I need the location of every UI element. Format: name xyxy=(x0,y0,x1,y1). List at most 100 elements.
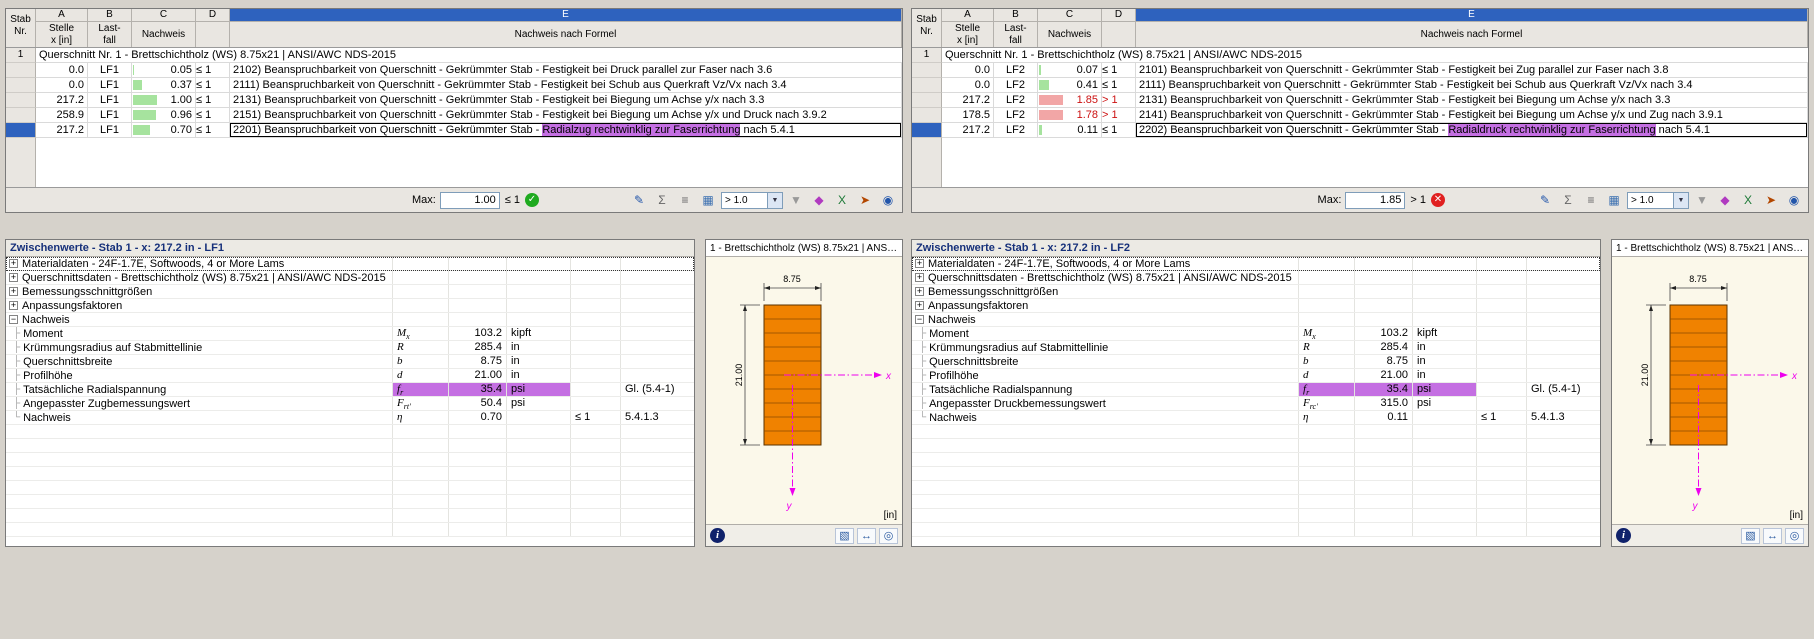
result-diagram-icon[interactable]: ▦ xyxy=(698,192,718,209)
row-gutter[interactable] xyxy=(6,123,36,138)
col-header-loadcase[interactable]: Last- fall xyxy=(88,22,132,47)
col-header-formula[interactable]: Nachweis nach Formel xyxy=(230,22,902,47)
zoom-all-icon[interactable]: ◎ xyxy=(879,527,898,544)
sum-icon[interactable]: Σ xyxy=(1558,192,1578,209)
info-icon[interactable]: i xyxy=(710,528,725,543)
render-mode-icon[interactable]: ▧ xyxy=(835,527,854,544)
tree-expander-icon[interactable]: + xyxy=(915,287,924,296)
col-letter-e[interactable]: E xyxy=(1136,9,1808,21)
row-gutter[interactable] xyxy=(912,108,942,123)
col-letter-b[interactable]: B xyxy=(994,9,1038,21)
info-icon[interactable]: i xyxy=(1616,528,1631,543)
intermediate-row[interactable]: + Materialdaten - 24F-1.7E, Softwoods, 4 … xyxy=(912,257,1600,271)
col-letter-a[interactable]: A xyxy=(942,9,994,21)
col-letter-d[interactable]: D xyxy=(196,9,230,21)
intermediate-row[interactable]: └ Nachweis η 0.11 ≤ 1 5.4.1.3 xyxy=(912,411,1600,425)
tree-expander-icon[interactable]: + xyxy=(9,259,18,268)
col-header-location[interactable]: Stelle x [in] xyxy=(36,22,88,47)
tree-expander-icon[interactable]: − xyxy=(9,315,18,324)
row-gutter[interactable] xyxy=(912,63,942,78)
col-header-formula[interactable]: Nachweis nach Formel xyxy=(1136,22,1808,47)
sum-icon[interactable]: Σ xyxy=(652,192,672,209)
row-number-cell[interactable]: 1 xyxy=(912,48,942,63)
tree-expander-icon[interactable]: + xyxy=(915,273,924,282)
intermediate-row[interactable]: + Materialdaten - 24F-1.7E, Softwoods, 4 … xyxy=(6,257,694,271)
col-letter-c[interactable]: C xyxy=(132,9,196,21)
col-letter-e[interactable]: E xyxy=(230,9,902,21)
intermediate-row[interactable]: ├ Moment Mx 103.2 kipft xyxy=(6,327,694,341)
intermediate-row[interactable]: + Anpassungsfaktoren xyxy=(912,299,1600,313)
tree-expander-icon[interactable]: + xyxy=(915,259,924,268)
tree-expander-icon[interactable]: + xyxy=(9,287,18,296)
col-letter-c[interactable]: C xyxy=(1038,9,1102,21)
col-header-ratio[interactable]: Nachweis xyxy=(1038,22,1102,47)
list-details-icon[interactable]: ≡ xyxy=(675,192,695,209)
check-row[interactable]: 217.2 LF2 1.85 > 1 2131) Beanspruchbarkeit v… xyxy=(912,93,1808,108)
intermediate-row[interactable]: + Bemessungsschnittgrößen xyxy=(6,285,694,299)
check-row[interactable]: 0.0 LF1 0.37 ≤ 1 2111) Beanspruchbarkeit von… xyxy=(6,78,902,93)
filter-dropdown[interactable]: > 1.0 ▼ xyxy=(721,191,783,209)
intermediate-row[interactable]: ├ Angepasster Druckbemessungswert Frc' 315.… xyxy=(912,397,1600,411)
col-letter-a[interactable]: A xyxy=(36,9,88,21)
row-gutter[interactable] xyxy=(912,78,942,93)
row-header-corner[interactable]: Stab Nr. xyxy=(912,9,942,47)
intermediate-row[interactable]: − Nachweis xyxy=(6,313,694,327)
filter-icon[interactable]: ▼ xyxy=(1692,192,1712,209)
color-scale-icon[interactable]: ◆ xyxy=(1715,192,1735,209)
col-header-location[interactable]: Stelle x [in] xyxy=(942,22,994,47)
intermediate-row[interactable]: ├ Krümmungsradius auf Stabmittellinie R 285… xyxy=(6,341,694,355)
row-gutter[interactable] xyxy=(6,63,36,78)
intermediate-row[interactable]: └ Nachweis η 0.70 ≤ 1 5.4.1.3 xyxy=(6,411,694,425)
row-gutter[interactable] xyxy=(6,108,36,123)
col-header-criterion[interactable] xyxy=(196,22,230,47)
intermediate-row[interactable]: ├ Angepasster Zugbemessungswert Frt' 50.4 ps… xyxy=(6,397,694,411)
edit-formula-icon[interactable]: ✎ xyxy=(1535,192,1555,209)
intermediate-row[interactable]: ├ Querschnittsbreite b 8.75 in xyxy=(912,355,1600,369)
check-row[interactable]: 217.2 LF2 0.11 ≤ 1 2202) Beanspruchbarkeit v… xyxy=(912,123,1808,138)
intermediate-row[interactable]: ├ Krümmungsradius auf Stabmittellinie R 285… xyxy=(912,341,1600,355)
intermediate-row[interactable]: ├ Profilhöhe d 21.00 in xyxy=(912,369,1600,383)
group-row[interactable]: 1 Querschnitt Nr. 1 - Brettschichtholz (W… xyxy=(912,48,1808,63)
intermediate-row[interactable]: ├ Moment Mx 103.2 kipft xyxy=(912,327,1600,341)
zoom-all-icon[interactable]: ◎ xyxy=(1785,527,1804,544)
intermediate-row[interactable]: + Querschnittsdaten - Brettschichtholz (W… xyxy=(6,271,694,285)
dimension-lines-icon[interactable]: ↔ xyxy=(1763,527,1782,544)
row-header-corner[interactable]: Stab Nr. xyxy=(6,9,36,47)
intermediate-row[interactable]: − Nachweis xyxy=(912,313,1600,327)
col-header-ratio[interactable]: Nachweis xyxy=(132,22,196,47)
col-letter-d[interactable]: D xyxy=(1102,9,1136,21)
check-row[interactable]: 0.0 LF2 0.07 ≤ 1 2101) Beanspruchbarkeit von… xyxy=(912,63,1808,78)
tree-expander-icon[interactable]: − xyxy=(915,315,924,324)
tree-expander-icon[interactable]: + xyxy=(9,273,18,282)
check-row[interactable]: 258.9 LF1 0.96 ≤ 1 2151) Beanspruchbarkeit v… xyxy=(6,108,902,123)
export-icon[interactable]: ➤ xyxy=(855,192,875,209)
visibility-icon[interactable]: ◉ xyxy=(1784,192,1804,209)
intermediate-row[interactable]: ├ Querschnittsbreite b 8.75 in xyxy=(6,355,694,369)
check-row[interactable]: 217.2 LF1 0.70 ≤ 1 2201) Beanspruchbarkeit v… xyxy=(6,123,902,138)
row-number-cell[interactable]: 1 xyxy=(6,48,36,63)
check-row[interactable]: 0.0 LF1 0.05 ≤ 1 2102) Beanspruchbarkeit von… xyxy=(6,63,902,78)
check-row[interactable]: 178.5 LF2 1.78 > 1 2141) Beanspruchbarkeit v… xyxy=(912,108,1808,123)
edit-formula-icon[interactable]: ✎ xyxy=(629,192,649,209)
dimension-lines-icon[interactable]: ↔ xyxy=(857,527,876,544)
row-gutter[interactable] xyxy=(6,93,36,108)
visibility-icon[interactable]: ◉ xyxy=(878,192,898,209)
intermediate-row[interactable]: + Querschnittsdaten - Brettschichtholz (W… xyxy=(912,271,1600,285)
col-letter-b[interactable]: B xyxy=(88,9,132,21)
intermediate-row[interactable]: + Anpassungsfaktoren xyxy=(6,299,694,313)
group-row[interactable]: 1 Querschnitt Nr. 1 - Brettschichtholz (W… xyxy=(6,48,902,63)
check-row[interactable]: 0.0 LF2 0.41 ≤ 1 2111) Beanspruchbarkeit von… xyxy=(912,78,1808,93)
intermediate-row[interactable]: ├ Profilhöhe d 21.00 in xyxy=(6,369,694,383)
row-gutter[interactable] xyxy=(912,93,942,108)
intermediate-row[interactable]: ├ Tatsächliche Radialspannung fr 35.4 psi Gl.… xyxy=(912,383,1600,397)
row-gutter[interactable] xyxy=(912,123,942,138)
col-header-loadcase[interactable]: Last- fall xyxy=(994,22,1038,47)
render-mode-icon[interactable]: ▧ xyxy=(1741,527,1760,544)
tree-expander-icon[interactable]: + xyxy=(915,301,924,310)
tree-expander-icon[interactable]: + xyxy=(9,301,18,310)
filter-dropdown[interactable]: > 1.0 ▼ xyxy=(1627,191,1689,209)
excel-export-icon[interactable]: X xyxy=(832,192,852,209)
intermediate-row[interactable]: ├ Tatsächliche Radialspannung fr 35.4 psi Gl.… xyxy=(6,383,694,397)
check-row[interactable]: 217.2 LF1 1.00 ≤ 1 2131) Beanspruchbarkeit v… xyxy=(6,93,902,108)
row-gutter[interactable] xyxy=(6,78,36,93)
